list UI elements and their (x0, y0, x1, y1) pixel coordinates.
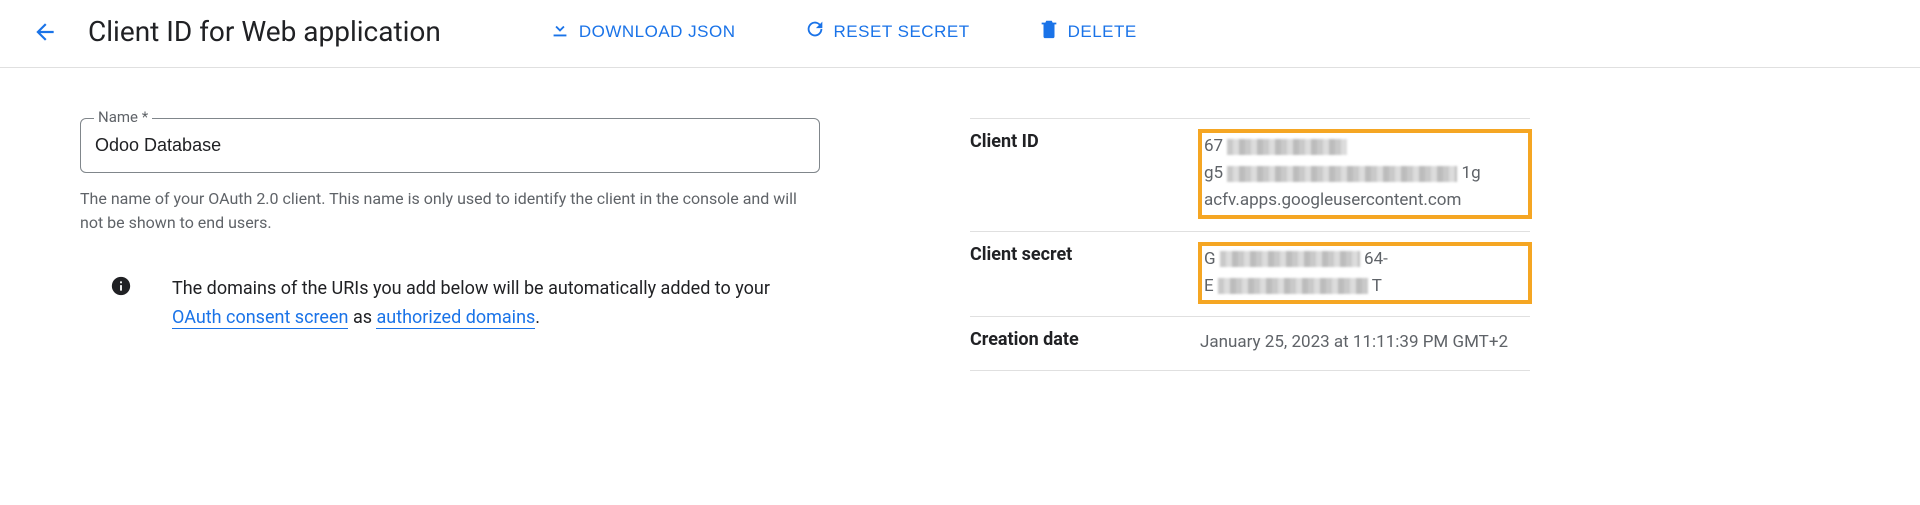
name-input[interactable] (80, 118, 820, 173)
client-secret-l1-prefix: G (1204, 249, 1216, 269)
delete-label: DELETE (1068, 22, 1137, 42)
reset-secret-button[interactable]: RESET SECRET (784, 10, 990, 53)
refresh-icon (804, 18, 826, 45)
client-secret-l2-suffix: T (1372, 276, 1382, 296)
client-id-l1-prefix: 67 (1204, 136, 1223, 156)
client-secret-l1-suffix: 64- (1364, 249, 1388, 269)
info-text-mid: as (353, 307, 377, 328)
client-secret-label: Client secret (970, 244, 1200, 265)
oauth-consent-link[interactable]: OAuth consent screen (172, 307, 348, 329)
client-id-l2-suffix: 1g (1462, 163, 1481, 183)
redacted-block (1227, 139, 1347, 155)
client-secret-l2-prefix: E (1204, 276, 1214, 296)
redacted-block (1218, 278, 1368, 294)
download-icon (549, 18, 571, 45)
page-title: Client ID for Web application (88, 15, 441, 48)
download-json-label: DOWNLOAD JSON (579, 22, 736, 42)
creation-date-label: Creation date (970, 329, 1200, 350)
download-json-button[interactable]: DOWNLOAD JSON (529, 10, 756, 53)
client-id-label: Client ID (970, 131, 1200, 152)
info-icon (110, 275, 132, 301)
reset-secret-label: RESET SECRET (834, 22, 970, 42)
redacted-block (1220, 251, 1360, 267)
client-id-value: 67 g5 1g acfv.apps.googleusercontent.com (1200, 131, 1530, 217)
creation-date-value: January 25, 2023 at 11:11:39 PM GMT+2 (1200, 329, 1530, 356)
info-text-after: . (535, 307, 540, 328)
name-field-label: Name * (94, 108, 152, 126)
delete-button[interactable]: DELETE (1018, 10, 1157, 53)
info-text: The domains of the URIs you add below wi… (172, 275, 820, 333)
client-id-l3: acfv.apps.googleusercontent.com (1204, 187, 1526, 214)
authorized-domains-link[interactable]: authorized domains (376, 307, 535, 329)
client-secret-value: G 64- E T (1200, 244, 1530, 302)
trash-icon (1038, 18, 1060, 45)
back-arrow-icon[interactable] (30, 17, 60, 47)
info-text-before: The domains of the URIs you add below wi… (172, 278, 770, 299)
name-help-text: The name of your OAuth 2.0 client. This … (80, 187, 820, 235)
client-id-l2-prefix: g5 (1204, 163, 1223, 183)
redacted-block (1227, 166, 1457, 182)
